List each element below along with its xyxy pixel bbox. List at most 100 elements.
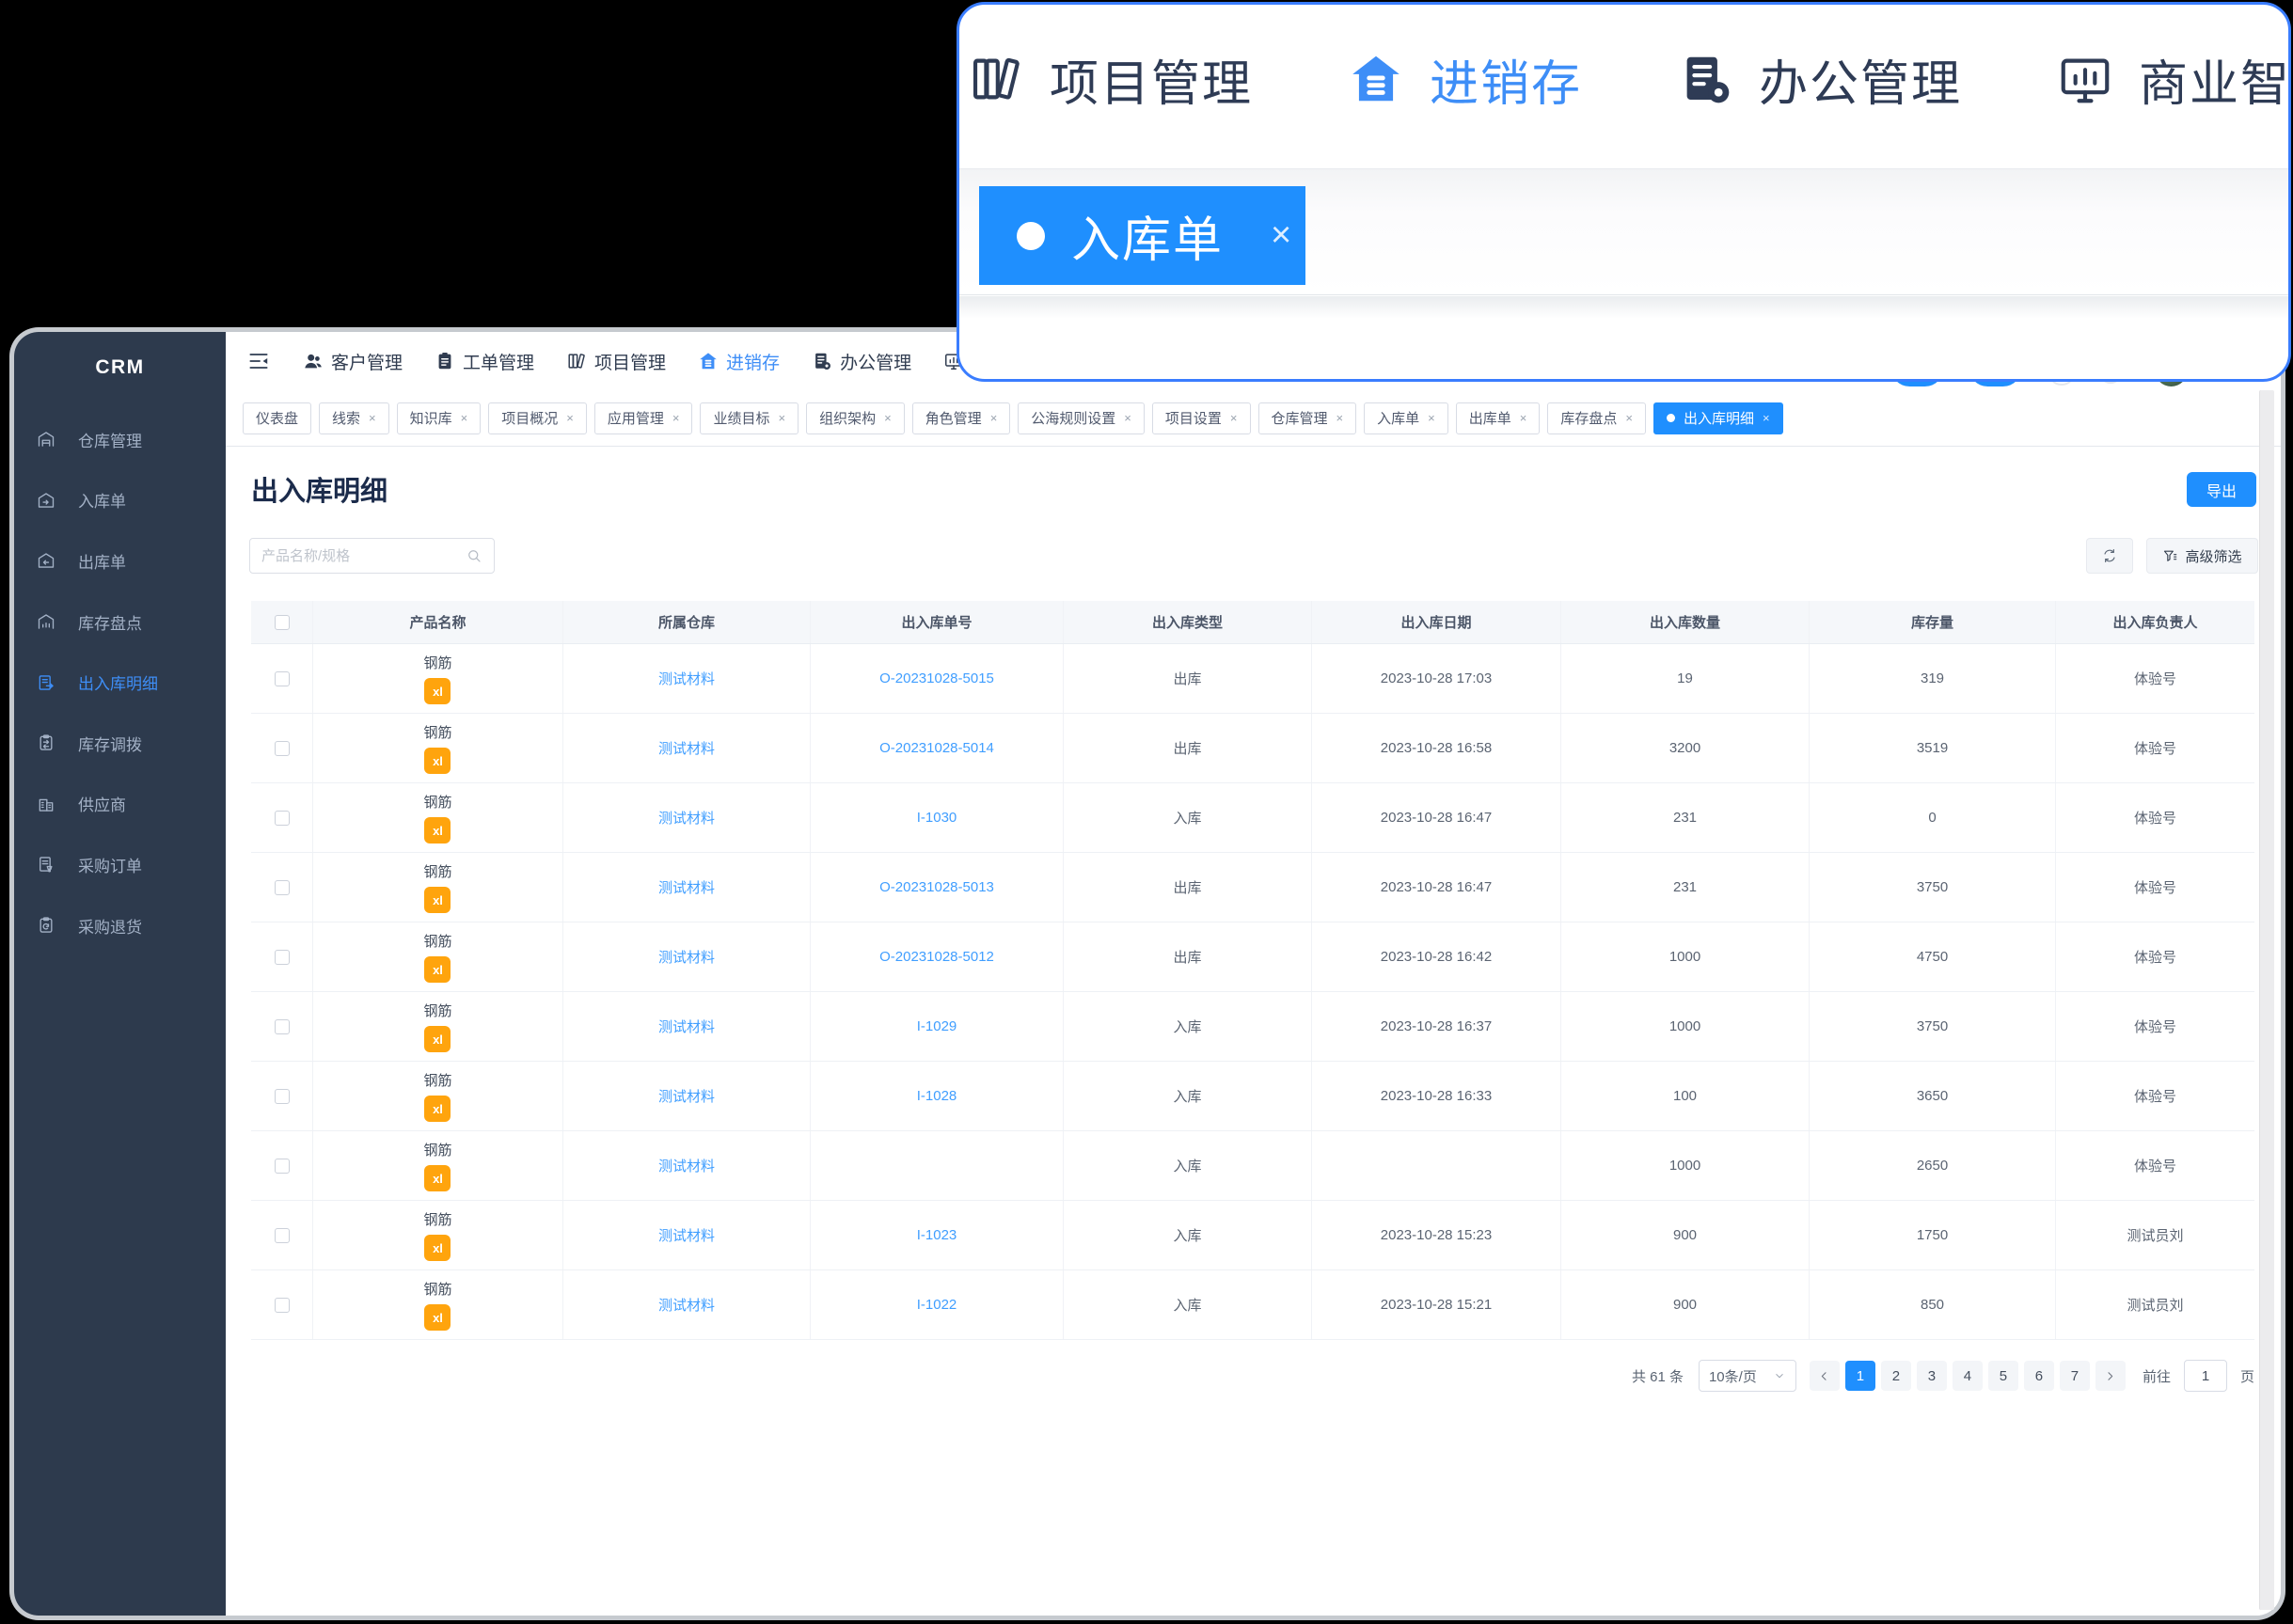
row-checkbox[interactable] — [275, 741, 290, 756]
open-tab[interactable]: 知识库× — [397, 402, 482, 434]
row-checkbox[interactable] — [275, 1159, 290, 1174]
row-checkbox[interactable] — [275, 1298, 290, 1313]
sidebar-item-outbound[interactable]: 出库单 — [14, 530, 226, 591]
page-button-3[interactable]: 3 — [1917, 1361, 1947, 1391]
close-tab-icon[interactable]: × — [1625, 411, 1633, 425]
close-tab-icon[interactable]: × — [1428, 411, 1435, 425]
order-no-link[interactable]: O-20231028-5012 — [879, 949, 994, 965]
close-tab-icon[interactable]: × — [1763, 411, 1770, 425]
popup-tab-inbound-order[interactable]: 入库单 × — [979, 186, 1305, 285]
open-tab[interactable]: 仓库管理× — [1258, 402, 1357, 434]
popup-nav-item-monitor[interactable]: 商业智 — [2056, 44, 2291, 115]
warehouse-link[interactable]: 测试材料 — [658, 669, 715, 688]
warehouse-link[interactable]: 测试材料 — [658, 738, 715, 758]
row-checkbox[interactable] — [275, 1228, 290, 1243]
sidebar-item-detail[interactable]: 出入库明细 — [14, 652, 226, 713]
warehouse-link[interactable]: 测试材料 — [658, 947, 715, 967]
prev-page-button[interactable] — [1810, 1361, 1840, 1391]
warehouse-link[interactable]: 测试材料 — [658, 1295, 715, 1315]
open-tab[interactable]: 线索× — [319, 402, 389, 434]
row-checkbox[interactable] — [275, 950, 290, 965]
order-no-link[interactable]: I-1029 — [917, 1018, 957, 1034]
page-size-select[interactable]: 10条/页 — [1699, 1360, 1796, 1392]
nav-item-books[interactable]: 项目管理 — [566, 349, 666, 374]
open-tab[interactable]: 应用管理× — [594, 402, 693, 434]
open-tab[interactable]: 仪表盘 — [243, 402, 311, 434]
order-no-link[interactable]: I-1023 — [917, 1227, 957, 1243]
close-tab-icon[interactable]: × — [566, 411, 574, 425]
nav-item-house[interactable]: 进销存 — [698, 349, 780, 374]
order-no-link[interactable]: O-20231028-5014 — [879, 740, 994, 756]
page-button-4[interactable]: 4 — [1953, 1361, 1983, 1391]
open-tab[interactable]: 库存盘点× — [1547, 402, 1646, 434]
open-tab[interactable]: 出入库明细× — [1653, 402, 1783, 434]
close-tab-icon[interactable]: × — [1230, 411, 1238, 425]
cell-order-no: I-1029 — [811, 992, 1064, 1061]
order-no-link[interactable]: I-1028 — [917, 1088, 957, 1104]
warehouse-link[interactable]: 测试材料 — [658, 1017, 715, 1036]
export-button[interactable]: 导出 — [2187, 472, 2256, 507]
open-tab[interactable]: 组织架构× — [806, 402, 905, 434]
page-button-7[interactable]: 7 — [2060, 1361, 2090, 1391]
close-tab-icon[interactable]: × — [1124, 411, 1131, 425]
nav-item-clipboard[interactable]: 工单管理 — [435, 349, 534, 374]
warehouse-link[interactable]: 测试材料 — [658, 1086, 715, 1106]
sidebar-item-warehouse[interactable]: 仓库管理 — [14, 409, 226, 470]
nav-item-user[interactable]: 客户管理 — [303, 349, 403, 374]
popup-nav-item-house[interactable]: 进销存 — [1347, 44, 1582, 115]
open-tab[interactable]: 项目概况× — [488, 402, 587, 434]
sidebar-collapse-button[interactable] — [246, 349, 271, 373]
warehouse-link[interactable]: 测试材料 — [658, 1225, 715, 1245]
order-no-link[interactable]: O-20231028-5015 — [879, 670, 994, 686]
warehouse-link[interactable]: 测试材料 — [658, 808, 715, 828]
warehouse-link[interactable]: 测试材料 — [658, 1156, 715, 1175]
row-checkbox[interactable] — [275, 880, 290, 895]
sidebar-item-stocktake[interactable]: 库存盘点 — [14, 591, 226, 653]
page-button-5[interactable]: 5 — [1988, 1361, 2018, 1391]
next-page-button[interactable] — [2095, 1361, 2126, 1391]
close-tab-icon[interactable]: × — [1336, 411, 1344, 425]
refresh-button[interactable] — [2086, 538, 2133, 574]
open-tab[interactable]: 入库单× — [1364, 402, 1448, 434]
page-button-2[interactable]: 2 — [1881, 1361, 1911, 1391]
sidebar-item-transfer[interactable]: 库存调拨 — [14, 713, 226, 774]
close-tab-icon[interactable]: × — [369, 411, 376, 425]
order-no-link[interactable]: I-1022 — [917, 1297, 957, 1313]
page-button-6[interactable]: 6 — [2024, 1361, 2054, 1391]
row-checkbox[interactable] — [275, 1019, 290, 1034]
sidebar-item-return[interactable]: 采购退货 — [14, 895, 226, 956]
advanced-filter-button[interactable]: 高级筛选 — [2146, 538, 2258, 574]
sidebar-item-order[interactable]: 采购订单 — [14, 834, 226, 895]
sidebar-item-inbound[interactable]: 入库单 — [14, 470, 226, 531]
close-tab-icon[interactable]: × — [672, 411, 680, 425]
cell-product: 钢筋xl — [313, 783, 563, 852]
popup-nav-item-doc-gear[interactable]: 办公管理 — [1676, 44, 1962, 115]
open-tab[interactable]: 出库单× — [1456, 402, 1541, 434]
close-tab-icon[interactable]: × — [461, 411, 468, 425]
select-all-checkbox[interactable] — [275, 615, 290, 630]
popup-nav-item-books[interactable]: 项目管理 — [967, 44, 1253, 115]
nav-item-doc-gear[interactable]: 办公管理 — [812, 349, 911, 374]
search-input[interactable] — [261, 548, 466, 564]
order-no-link[interactable]: I-1030 — [917, 810, 957, 826]
page-button-1[interactable]: 1 — [1845, 1361, 1875, 1391]
row-checkbox[interactable] — [275, 1089, 290, 1104]
order-no-link[interactable]: O-20231028-5013 — [879, 879, 994, 895]
vertical-scrollbar[interactable] — [2259, 390, 2274, 1610]
open-tab[interactable]: 项目设置× — [1152, 402, 1251, 434]
close-tab-icon[interactable]: × — [990, 411, 998, 425]
sidebar-item-supplier[interactable]: 供应商 — [14, 774, 226, 835]
open-tab[interactable]: 公海规则设置× — [1018, 402, 1145, 434]
warehouse-link[interactable]: 测试材料 — [658, 877, 715, 897]
open-tab[interactable]: 业绩目标× — [700, 402, 799, 434]
open-tab[interactable]: 角色管理× — [912, 402, 1011, 434]
cell-date: 2023-10-28 16:58 — [1312, 714, 1561, 782]
popup-nav-label: 项目管理 — [1050, 44, 1253, 115]
goto-page-input[interactable] — [2184, 1360, 2227, 1392]
close-tab-icon[interactable]: × — [884, 411, 892, 425]
row-checkbox[interactable] — [275, 671, 290, 686]
close-tab-icon[interactable]: × — [1520, 411, 1527, 425]
close-tab-icon[interactable]: × — [778, 411, 785, 425]
close-tab-icon[interactable]: × — [1271, 215, 1291, 256]
row-checkbox[interactable] — [275, 811, 290, 826]
